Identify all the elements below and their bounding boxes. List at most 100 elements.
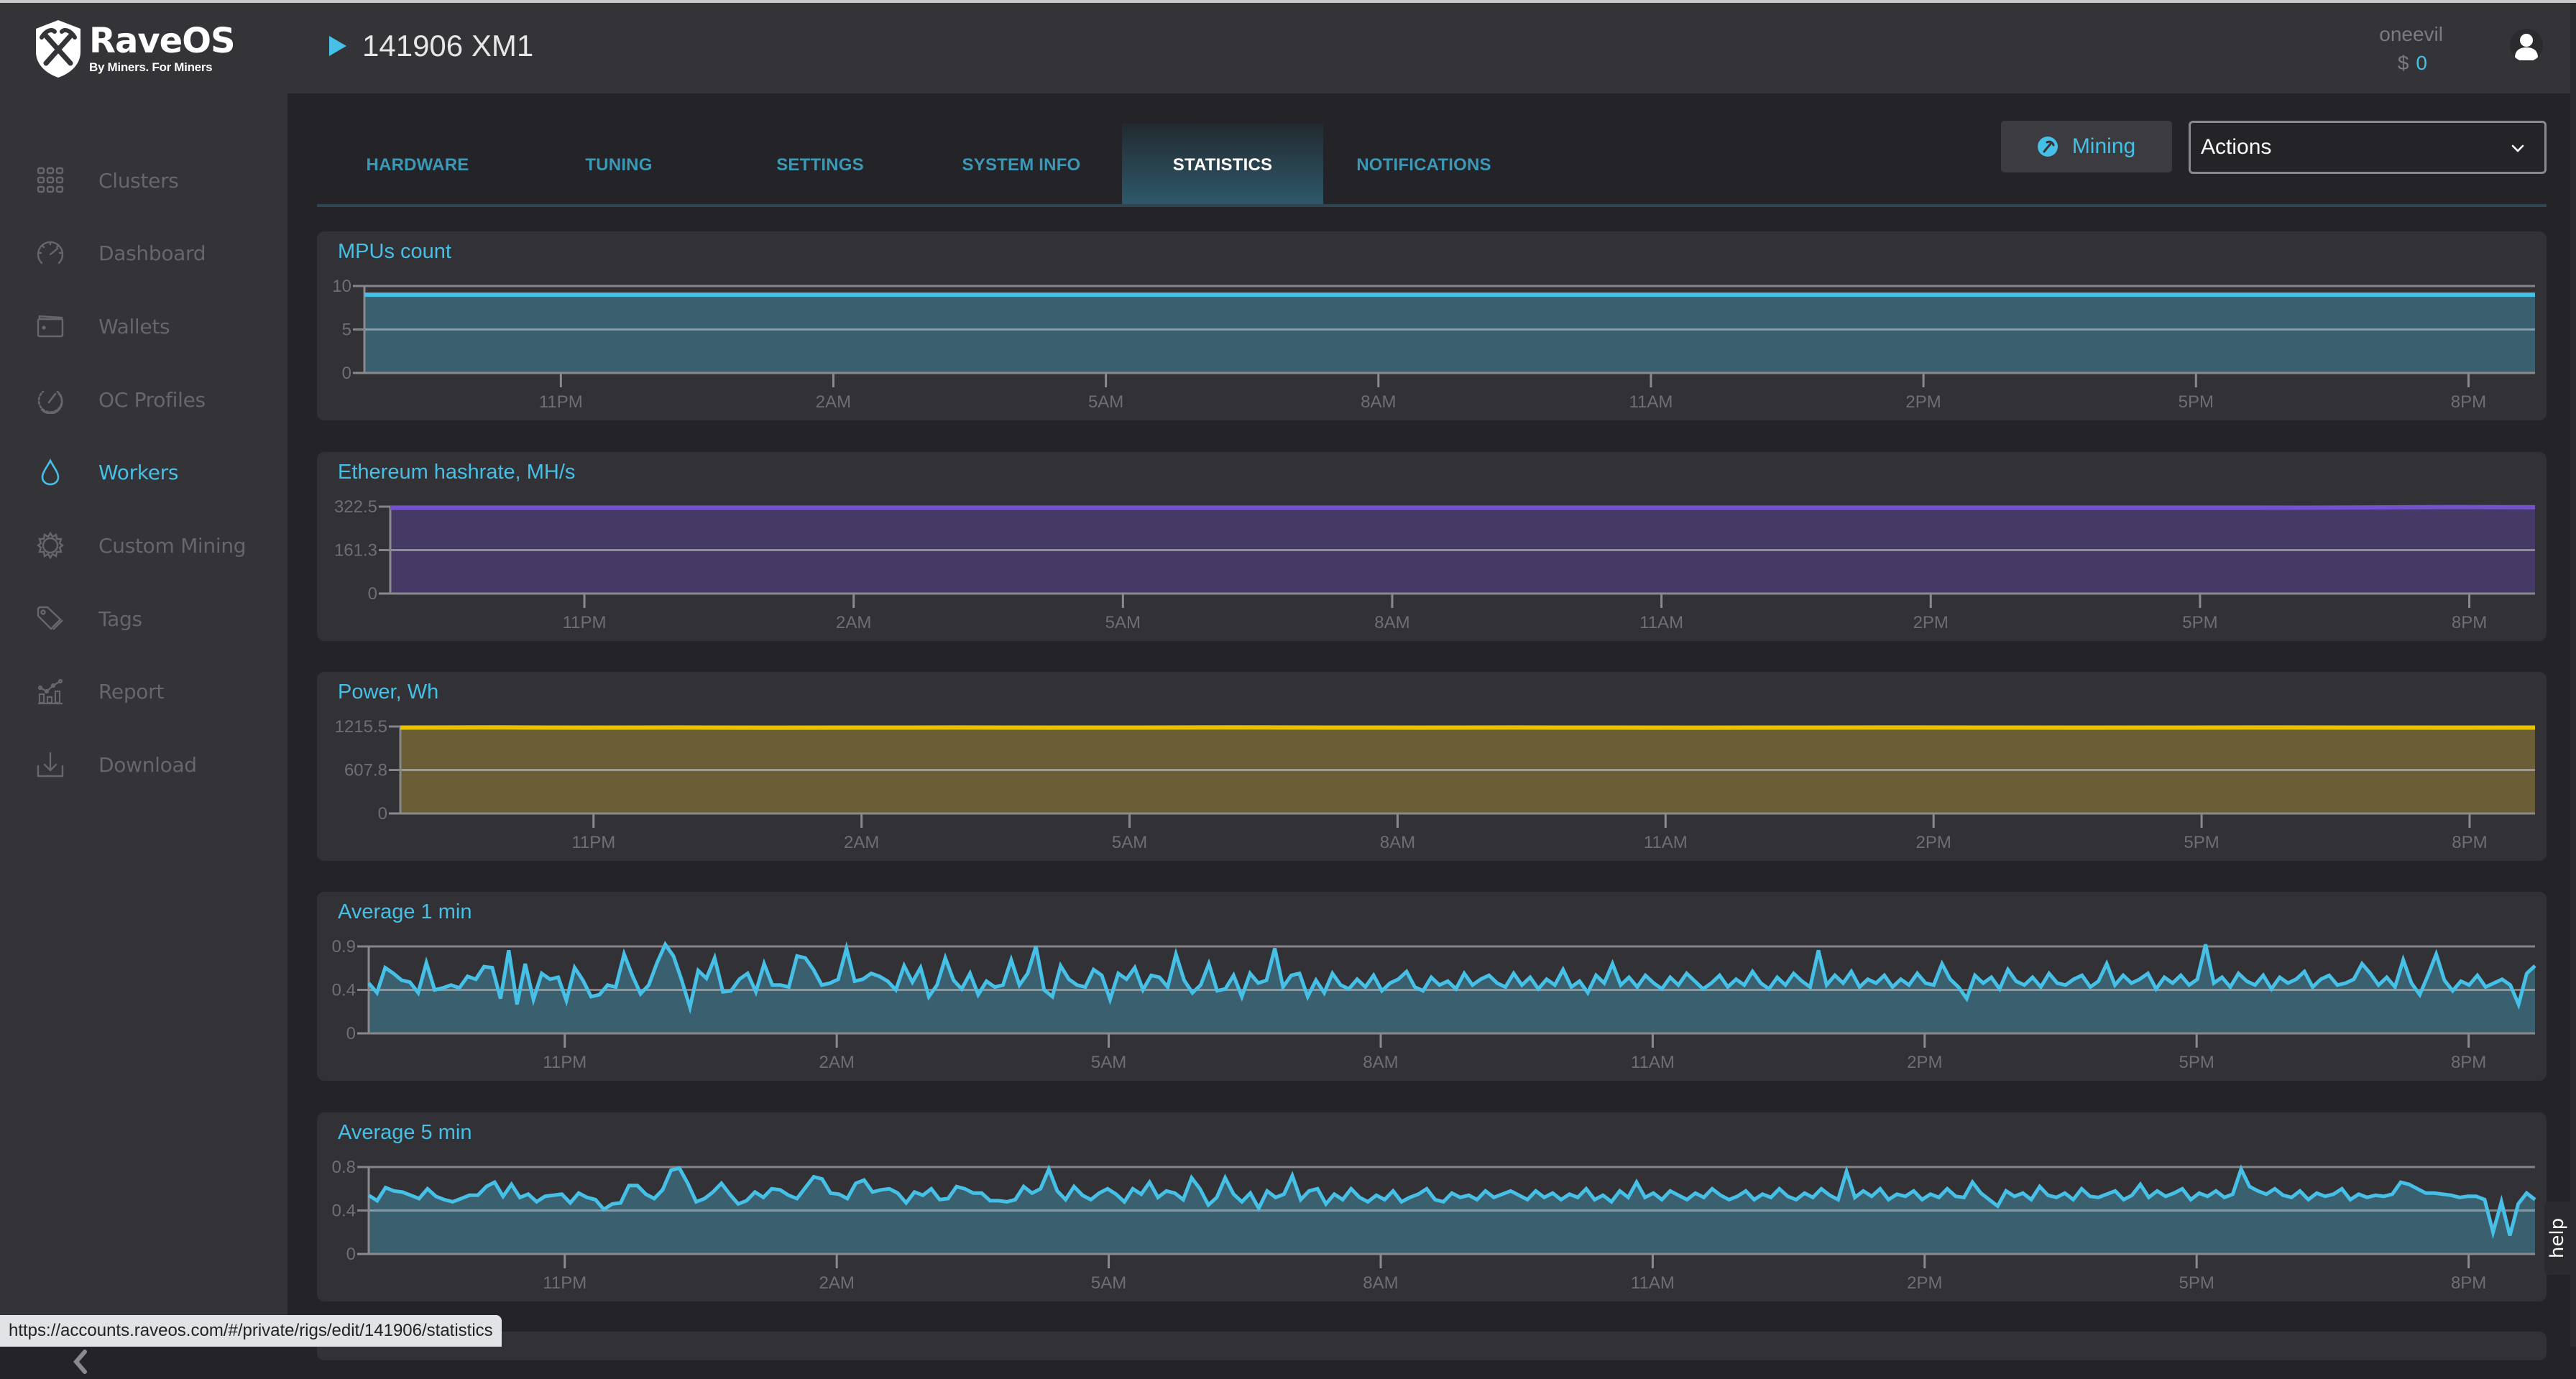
- x-tick-label: 11PM: [539, 392, 583, 412]
- chart-card-average-1min: Average 1 min 00.40.911PM2AM5AM8AM11AM2P…: [317, 892, 2547, 1081]
- sidebar-item-report[interactable]: Report: [0, 663, 288, 720]
- sidebar-item-oc-profiles[interactable]: OC Profiles: [0, 371, 288, 428]
- sidebar-item-label: OC Profiles: [98, 388, 206, 412]
- x-tick-label: 2AM: [836, 613, 871, 632]
- sidebar-item-wallets[interactable]: Wallets: [0, 298, 288, 355]
- tab-hardware[interactable]: HARDWARE: [317, 124, 518, 207]
- chart-average-5min[interactable]: 00.40.811PM2AM5AM8AM11AM2PM5PM8PM: [317, 1112, 2547, 1301]
- collapse-sidebar-button[interactable]: [69, 1347, 91, 1376]
- x-tick-label: 11PM: [543, 1273, 586, 1293]
- rig-title: 141906 XM1: [329, 29, 533, 63]
- sidebar-item-dashboard[interactable]: Dashboard: [0, 224, 288, 282]
- y-tick-label: 607.8: [344, 761, 387, 780]
- raveos-logo[interactable]: RaveOS By Miners. For Miners: [33, 19, 235, 79]
- x-tick-label: 8AM: [1374, 613, 1409, 632]
- y-tick-label: 322.5: [334, 497, 377, 517]
- chart-hashrate[interactable]: 0161.3322.511PM2AM5AM8AM11AM2PM5PM8PM: [317, 452, 2547, 641]
- sidebar-item-custom-mining[interactable]: Custom Mining: [0, 517, 288, 574]
- tab-system-info[interactable]: SYSTEM INFO: [921, 124, 1122, 207]
- chart-card-hashrate: Ethereum hashrate, MH/s 0161.3322.511PM2…: [317, 452, 2547, 641]
- x-tick-label: 2PM: [1905, 392, 1941, 412]
- tab-tuning[interactable]: TUNING: [518, 124, 719, 207]
- x-tick-label: 8AM: [1363, 1273, 1398, 1293]
- y-tick-label: 0.4: [332, 1202, 356, 1221]
- y-tick-label: 0.9: [332, 937, 356, 956]
- help-button[interactable]: help: [2544, 1202, 2570, 1275]
- y-tick-label: 0.8: [332, 1158, 356, 1177]
- x-tick-label: 2AM: [819, 1273, 854, 1293]
- balance-amount: 0: [2416, 52, 2427, 74]
- chart-power[interactable]: 0607.81215.511PM2AM5AM8AM11AM2PM5PM8PM: [317, 672, 2547, 861]
- sidebar-item-label: Download: [98, 753, 197, 777]
- sidebar-item-workers[interactable]: Workers: [0, 443, 288, 501]
- rig-tabs: HARDWARE TUNING SETTINGS SYSTEM INFO STA…: [317, 124, 1524, 207]
- pickaxe-icon: [2038, 137, 2058, 157]
- user-info: oneevil $0: [2379, 23, 2443, 75]
- chart-mpus-count[interactable]: 051011PM2AM5AM8AM11AM2PM5PM8PM: [317, 231, 2547, 420]
- x-tick-label: 2AM: [816, 392, 851, 412]
- x-tick-label: 5AM: [1105, 613, 1141, 632]
- sidebar-item-label: Wallets: [98, 315, 170, 338]
- page-scrollbar[interactable]: [2570, 3, 2576, 1347]
- user-balance: $0: [2379, 52, 2427, 75]
- x-tick-label: 8AM: [1380, 833, 1415, 852]
- x-tick-label: 8PM: [2451, 1273, 2486, 1293]
- x-tick-label: 5AM: [1088, 392, 1123, 412]
- chart-card-power: Power, Wh 0607.81215.511PM2AM5AM8AM11AM2…: [317, 672, 2547, 861]
- chart-icon: [34, 675, 66, 707]
- mining-label: Mining: [2072, 134, 2135, 159]
- sidebar-item-label: Custom Mining: [98, 534, 246, 558]
- actions-label: Actions: [2201, 135, 2271, 160]
- y-tick-label: 0: [346, 1024, 356, 1043]
- sidebar-item-download[interactable]: Download: [0, 736, 288, 793]
- chevron-down-icon: [2510, 140, 2526, 156]
- x-tick-label: 2PM: [1916, 833, 1951, 852]
- x-tick-label: 11AM: [1631, 1053, 1675, 1072]
- currency-symbol: $: [2398, 52, 2409, 74]
- x-tick-label: 5AM: [1112, 833, 1147, 852]
- chart-card-average-5min: Average 5 min 00.40.811PM2AM5AM8AM11AM2P…: [317, 1112, 2547, 1301]
- x-tick-label: 5AM: [1091, 1053, 1126, 1072]
- sidebar-item-label: Dashboard: [98, 241, 206, 265]
- sidebar-item-clusters[interactable]: Clusters: [0, 152, 288, 209]
- chart-card-next: [317, 1332, 2547, 1360]
- y-tick-label: 1215.5: [335, 717, 387, 737]
- x-tick-label: 5PM: [2184, 833, 2219, 852]
- status-bar-url: https://accounts.raveos.com/#/private/ri…: [0, 1315, 502, 1347]
- x-tick-label: 2PM: [1907, 1273, 1942, 1293]
- x-tick-label: 11AM: [1631, 1273, 1675, 1293]
- sidebar-item-label: Workers: [98, 461, 178, 484]
- x-tick-label: 8PM: [2451, 1053, 2486, 1072]
- x-tick-label: 11AM: [1629, 392, 1673, 412]
- y-tick-label: 0.4: [332, 981, 356, 1000]
- tabs-underline: [317, 204, 2547, 207]
- x-tick-label: 2PM: [1907, 1053, 1942, 1072]
- x-tick-label: 8PM: [2452, 833, 2487, 852]
- download-icon: [34, 749, 66, 780]
- avatar[interactable]: [2510, 29, 2543, 62]
- y-tick-label: 161.3: [334, 541, 377, 561]
- mining-status-button[interactable]: Mining: [2001, 121, 2172, 172]
- tab-statistics[interactable]: STATISTICS: [1122, 124, 1323, 207]
- sidebar-item-label: Tags: [98, 607, 142, 631]
- x-tick-label: 11AM: [1644, 833, 1688, 852]
- sidebar-item-label: Clusters: [98, 169, 179, 193]
- x-tick-label: 8PM: [2452, 613, 2487, 632]
- y-tick-label: 0: [378, 804, 387, 824]
- tab-settings[interactable]: SETTINGS: [719, 124, 921, 207]
- x-tick-label: 8PM: [2451, 392, 2486, 412]
- actions-select[interactable]: Actions: [2189, 121, 2547, 174]
- grid-icon: [34, 165, 66, 196]
- series-line: [390, 507, 2535, 508]
- wallet-icon: [34, 310, 66, 342]
- app-header: RaveOS By Miners. For Miners 141906 XM1 …: [0, 3, 2576, 93]
- tab-notifications[interactable]: NOTIFICATIONS: [1323, 124, 1524, 207]
- x-tick-label: 5PM: [2182, 613, 2217, 632]
- x-tick-label: 11PM: [571, 833, 615, 852]
- sidebar: Clusters Dashboard Wallets OC Profiles W…: [0, 93, 288, 1347]
- sidebar-item-tags[interactable]: Tags: [0, 590, 288, 647]
- x-tick-label: 8AM: [1361, 392, 1396, 412]
- x-tick-label: 11PM: [543, 1053, 586, 1072]
- chart-average-1min[interactable]: 00.40.911PM2AM5AM8AM11AM2PM5PM8PM: [317, 892, 2547, 1081]
- play-icon: [329, 36, 346, 56]
